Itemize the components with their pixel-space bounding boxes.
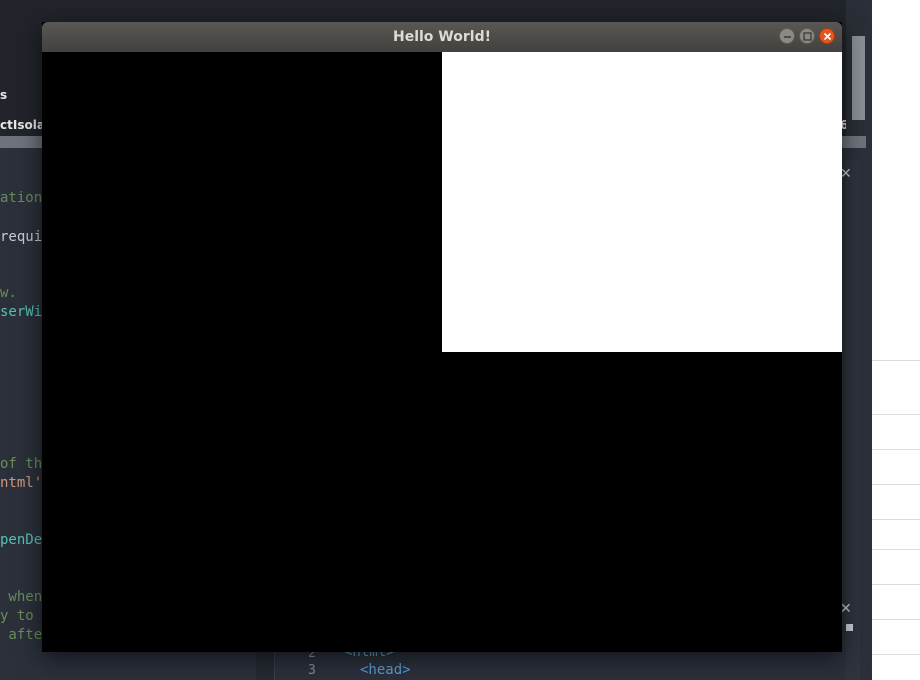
maximize-icon <box>803 32 812 41</box>
code-line: w. <box>0 285 17 301</box>
sidebar-divider <box>872 484 920 485</box>
minimize-icon <box>784 36 791 38</box>
mini-square <box>846 624 853 631</box>
sidebar-divider <box>872 414 920 415</box>
close-icon <box>823 32 832 41</box>
head-tag: <head> <box>360 662 411 678</box>
close-button[interactable] <box>819 28 835 44</box>
window-title: Hello World! <box>393 29 491 45</box>
code-line: when <box>0 589 43 605</box>
app-window: Hello World! <box>42 22 842 652</box>
window-titlebar[interactable]: Hello World! <box>42 22 842 52</box>
topbar-label-1: s <box>0 88 8 102</box>
sidebar-divider <box>872 654 920 655</box>
maximize-button[interactable] <box>799 28 815 44</box>
window-content[interactable] <box>42 52 842 652</box>
sidebar-divider <box>872 449 920 450</box>
sidebar-divider <box>872 619 920 620</box>
editor-vertical-scrollbar[interactable] <box>852 36 865 120</box>
sidebar-divider <box>872 584 920 585</box>
sidebar-divider <box>872 519 920 520</box>
sidebar-divider <box>872 360 920 361</box>
minimize-button[interactable] <box>779 28 795 44</box>
sidebar-divider <box>872 549 920 550</box>
line-number: 3 <box>308 663 316 678</box>
white-panel <box>442 52 842 352</box>
right-sidebar <box>872 0 920 680</box>
